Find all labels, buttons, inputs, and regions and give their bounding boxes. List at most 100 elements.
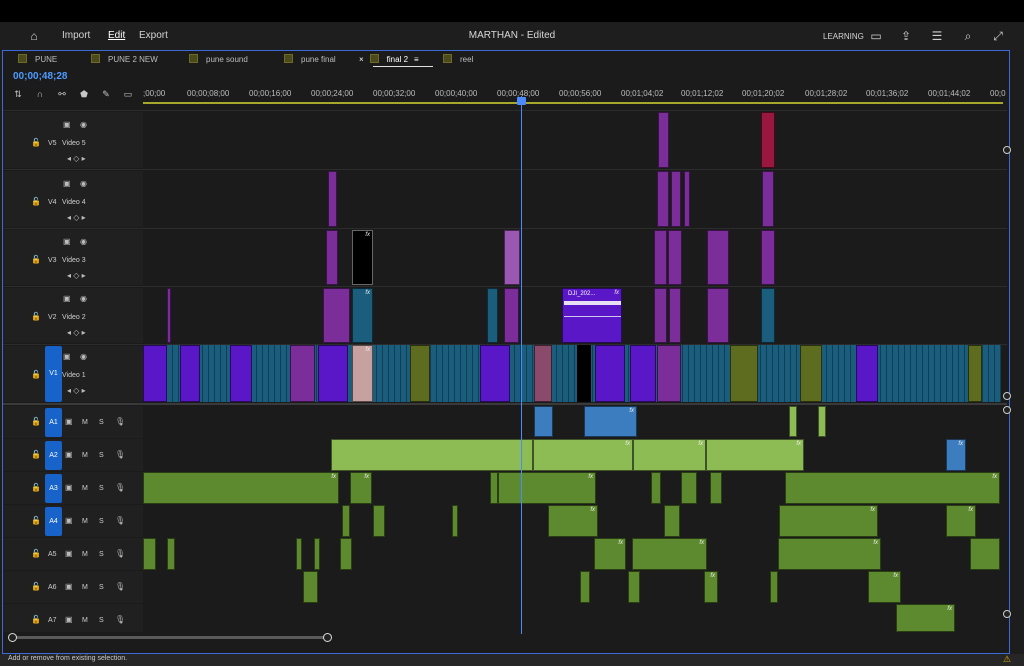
filmstrip-icon[interactable]: ▣: [63, 120, 71, 129]
solo-button[interactable]: S: [99, 584, 104, 591]
audio-clip[interactable]: [303, 571, 318, 603]
filmstrip-icon[interactable]: ▣: [63, 294, 71, 303]
audio-clip-fx[interactable]: fx: [946, 439, 966, 471]
video-clip[interactable]: [761, 112, 775, 168]
microphone-icon[interactable]: 🎙: [115, 582, 125, 591]
video-clip[interactable]: [657, 171, 669, 227]
search-icon[interactable]: ⌕: [961, 29, 975, 43]
audio-clip-fx[interactable]: fx: [632, 538, 707, 570]
video-clip[interactable]: [487, 288, 498, 343]
filmstrip-icon[interactable]: ▣: [65, 483, 73, 492]
filmstrip-icon[interactable]: ▣: [65, 516, 73, 525]
microphone-icon[interactable]: 🎙: [115, 516, 125, 525]
video-clip[interactable]: [230, 345, 252, 402]
audio-clip[interactable]: [143, 538, 156, 570]
video-clip[interactable]: [167, 288, 171, 343]
target-a3[interactable]: A3: [45, 474, 62, 503]
solo-button[interactable]: S: [99, 452, 104, 459]
audio-clip[interactable]: [373, 505, 385, 537]
keyframe-nav-icon[interactable]: ◂ ◇ ▸: [67, 154, 86, 163]
panel-icon[interactable]: ▭: [869, 29, 883, 43]
solo-button[interactable]: S: [99, 518, 104, 525]
video-clip[interactable]: [800, 345, 822, 402]
mute-button[interactable]: M: [82, 584, 88, 591]
microphone-icon[interactable]: 🎙: [115, 615, 125, 624]
audio-clip-fx[interactable]: fx: [594, 538, 626, 570]
workspace-learning[interactable]: LEARNING: [823, 32, 864, 41]
keyframe-nav-icon[interactable]: ◂ ◇ ▸: [67, 386, 86, 395]
fullscreen-icon[interactable]: ⤢: [991, 29, 1005, 43]
video-clip[interactable]: [707, 288, 729, 343]
lock-icon[interactable]: 🔓: [31, 370, 41, 379]
video-clip[interactable]: [328, 171, 337, 227]
video-clip[interactable]: [668, 230, 682, 285]
solo-button[interactable]: S: [99, 419, 104, 426]
lock-icon[interactable]: 🔓: [31, 615, 41, 624]
tab-reel[interactable]: reel: [443, 54, 473, 64]
video-clip[interactable]: [707, 230, 729, 285]
eye-icon[interactable]: ◉: [80, 352, 87, 361]
audio-clip-fx[interactable]: fx: [704, 571, 718, 603]
zoom-scrollbar[interactable]: [12, 636, 330, 639]
keyframe-nav-icon[interactable]: ◂ ◇ ▸: [67, 271, 86, 280]
video-clip[interactable]: [761, 288, 775, 343]
target-v1[interactable]: V1: [45, 346, 62, 402]
tab-pune-sound[interactable]: pune sound: [189, 54, 248, 64]
video-clip[interactable]: [595, 345, 625, 402]
audio-clip[interactable]: [580, 571, 590, 603]
audio-clip[interactable]: [167, 538, 175, 570]
lock-icon[interactable]: 🔓: [31, 312, 41, 321]
audio-clip[interactable]: [296, 538, 302, 570]
microphone-icon[interactable]: 🎙: [115, 417, 125, 426]
video-clip[interactable]: [180, 345, 200, 402]
microphone-icon[interactable]: 🎙: [115, 483, 125, 492]
audio-clip-fx[interactable]: fx: [779, 505, 878, 537]
video-clip[interactable]: [654, 288, 667, 343]
mute-button[interactable]: M: [82, 419, 88, 426]
audio-clip[interactable]: [789, 406, 797, 437]
filmstrip-icon[interactable]: ▣: [65, 615, 73, 624]
snap-magnet-icon[interactable]: ∩: [34, 89, 46, 99]
warning-icon[interactable]: ⚠: [1003, 654, 1011, 665]
keyframe-nav-icon[interactable]: ◂ ◇ ▸: [67, 328, 86, 337]
video-clip[interactable]: [654, 230, 667, 285]
audio-clip[interactable]: [818, 406, 826, 437]
audio-clip[interactable]: [331, 439, 533, 471]
keyframe-nav-icon[interactable]: ◂ ◇ ▸: [67, 213, 86, 222]
audio-clip-fx[interactable]: fx: [548, 505, 598, 537]
time-ruler[interactable]: ;00;00 00;00;08;00 00;00;16;00 00;00;24;…: [143, 86, 1007, 108]
audio-scroll-handle[interactable]: [1003, 610, 1011, 618]
mute-button[interactable]: M: [82, 485, 88, 492]
target-a2[interactable]: A2: [45, 441, 62, 470]
filmstrip-icon[interactable]: ▣: [65, 549, 73, 558]
audio-clip-fx[interactable]: fx: [785, 472, 1000, 504]
mute-button[interactable]: M: [82, 518, 88, 525]
video-audio-divider[interactable]: [3, 403, 1007, 405]
video-clip[interactable]: [762, 171, 774, 227]
video-clip[interactable]: [684, 171, 690, 227]
eye-icon[interactable]: ◉: [80, 237, 87, 246]
lock-icon[interactable]: 🔓: [31, 197, 41, 206]
audio-clip[interactable]: [770, 571, 778, 603]
audio-clip[interactable]: [490, 472, 498, 504]
video-clip[interactable]: [323, 288, 350, 343]
audio-clip[interactable]: [534, 406, 553, 437]
playhead-line[interactable]: [521, 96, 522, 634]
tab-final-2[interactable]: × final 2 ≡: [359, 54, 419, 64]
audio-clip-fx[interactable]: fx: [584, 406, 637, 437]
video-clip[interactable]: [326, 230, 338, 285]
tab-pune-final[interactable]: pune final: [284, 54, 336, 64]
audio-clip-fx[interactable]: fx: [533, 439, 633, 471]
filmstrip-icon[interactable]: ▣: [63, 179, 71, 188]
filmstrip-icon[interactable]: ▣: [63, 352, 71, 361]
audio-clip-fx[interactable]: fx: [896, 604, 955, 632]
audio-clip-fx[interactable]: fx: [706, 439, 804, 471]
audio-clip[interactable]: [342, 505, 350, 537]
zoom-scrollbar-left-handle[interactable]: [8, 633, 17, 642]
audio-clip-fx[interactable]: fx: [778, 538, 881, 570]
audio-clip-fx[interactable]: fx: [868, 571, 901, 603]
video-scroll-handle[interactable]: [1003, 392, 1011, 400]
audio-scroll-handle[interactable]: [1003, 406, 1011, 414]
eye-icon[interactable]: ◉: [80, 294, 87, 303]
filmstrip-icon[interactable]: ▣: [63, 237, 71, 246]
